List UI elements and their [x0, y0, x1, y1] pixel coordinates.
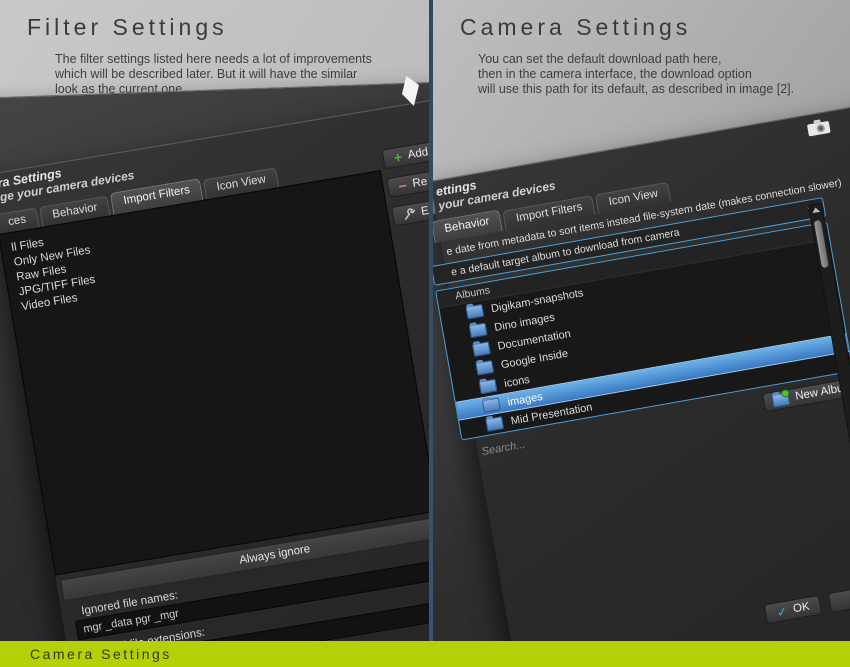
- wrench-icon: [402, 207, 416, 221]
- album-name: icons: [503, 373, 530, 389]
- camera-behavior-dialog: ettings your camera devices BehaviorImpo…: [433, 73, 850, 667]
- description-line: The filter settings listed here needs a …: [55, 52, 372, 67]
- remove-button-label: Re: [412, 176, 428, 190]
- ok-button[interactable]: ✓ OK: [764, 595, 822, 624]
- folder-icon: [482, 397, 501, 413]
- footer-bar: Camera Settings: [0, 641, 850, 667]
- folder-icon: [472, 341, 491, 357]
- filter-settings-panel: Filter Settings The filter settings list…: [0, 0, 429, 667]
- right-heading: Camera Settings: [460, 14, 691, 41]
- left-heading: Filter Settings: [27, 14, 228, 41]
- description-line: You can set the default download path he…: [478, 52, 794, 67]
- add-button-label: Add: [407, 146, 429, 161]
- camera-settings-panel: Camera Settings You can set the default …: [433, 0, 850, 667]
- footer-bar-label: Camera Settings: [30, 646, 172, 662]
- check-icon: ✓: [776, 605, 789, 618]
- folder-icon: [465, 304, 484, 320]
- presentation-slide: Filter Settings The filter settings list…: [0, 0, 850, 667]
- description-line: which will be described later. But it wi…: [55, 67, 372, 82]
- ok-button-label: OK: [792, 601, 810, 616]
- folder-icon: [469, 323, 488, 339]
- plus-icon: +: [393, 152, 403, 163]
- description-line: will use this path for its default, as d…: [478, 82, 794, 97]
- right-description: You can set the default download path he…: [478, 52, 794, 97]
- dialog-body: ettings your camera devices BehaviorImpo…: [433, 112, 850, 624]
- folder-icon: [479, 379, 498, 395]
- folder-icon: [485, 416, 504, 432]
- scroll-up-arrow[interactable]: [810, 206, 823, 213]
- description-line: then in the camera interface, the downlo…: [478, 67, 794, 82]
- partial-button[interactable]: [828, 587, 850, 613]
- new-album-icon: [772, 391, 791, 407]
- minus-icon: −: [398, 180, 408, 191]
- folder-icon: [475, 360, 494, 376]
- file-filter-list: ll FilesOnly New FilesRaw FilesJPG/TIFF …: [0, 170, 429, 575]
- edit-button-label: E: [420, 205, 429, 218]
- panel-divider: [429, 0, 433, 667]
